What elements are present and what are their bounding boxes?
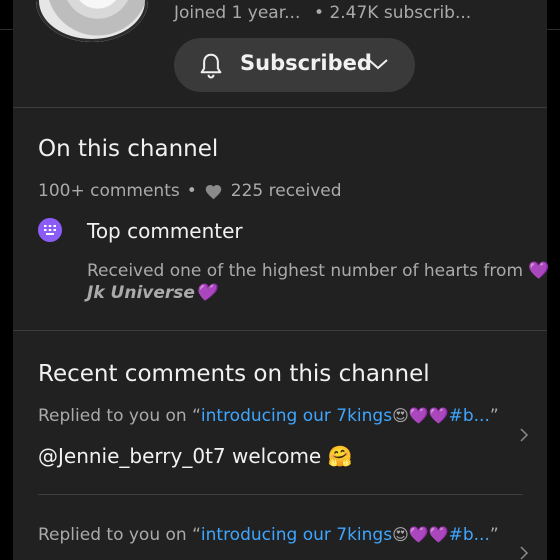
- top-commenter-channel: Jk Universe💜: [87, 283, 216, 303]
- reply-suffix: ”: [489, 406, 499, 426]
- section-title-on-channel: On this channel: [38, 136, 219, 162]
- subscribed-button[interactable]: Subscribed: [174, 38, 415, 92]
- divider: [38, 494, 523, 495]
- reply-prefix: Replied to you on “: [38, 525, 201, 545]
- creator-name: Jk Universe: [87, 283, 195, 303]
- video-link-tail[interactable]: #b...: [449, 406, 490, 426]
- bell-icon: [200, 53, 222, 79]
- chevron-right-icon[interactable]: [519, 546, 529, 560]
- subscriber-count: 2.47K subscrib...: [329, 3, 472, 23]
- emoji-group: 😍💜💜: [392, 525, 449, 544]
- hearts-received: 225 received: [230, 181, 342, 201]
- top-commenter-badge-icon: [38, 218, 62, 242]
- purple-heart-emoji: 💜: [528, 261, 550, 281]
- subscriber-count-line: • 2.47K subscrib...: [314, 3, 471, 23]
- badge-description: Received one of the highest number of he…: [87, 261, 523, 281]
- divider: [13, 107, 547, 108]
- comment-text[interactable]: @Jennie_berry_0t7 welcome 🤗: [38, 444, 353, 468]
- divider: [13, 330, 547, 331]
- top-commenter-description: Received one of the highest number of he…: [87, 261, 550, 281]
- video-link-tail[interactable]: #b...: [449, 525, 490, 545]
- section-title-recent-comments: Recent comments on this channel: [38, 361, 430, 387]
- top-edge-left: [0, 29, 13, 30]
- meta-separator: •: [314, 3, 325, 23]
- heart-icon: [205, 184, 221, 199]
- joined-date: Joined 1 year...: [174, 3, 301, 23]
- video-link[interactable]: introducing our 7kings: [201, 406, 392, 426]
- channel-stats: 100+ comments • 225 received: [38, 181, 342, 201]
- video-link[interactable]: introducing our 7kings: [201, 525, 392, 545]
- reply-context[interactable]: Replied to you on “introducing our 7king…: [38, 406, 499, 426]
- stats-separator: •: [186, 181, 197, 201]
- purple-heart-emoji: 💜: [194, 283, 217, 303]
- emoji-group: 😍💜💜: [392, 406, 449, 425]
- reply-suffix: ”: [489, 525, 499, 545]
- chevron-down-icon: [368, 59, 388, 70]
- reply-context[interactable]: Replied to you on “introducing our 7king…: [38, 525, 499, 545]
- chevron-right-icon[interactable]: [519, 428, 529, 442]
- reply-prefix: Replied to you on “: [38, 406, 201, 426]
- subscribed-label: Subscribed: [240, 51, 372, 75]
- comments-count: 100+ comments: [38, 181, 180, 201]
- top-edge-right: [547, 29, 560, 30]
- top-commenter-title: Top commenter: [87, 219, 243, 243]
